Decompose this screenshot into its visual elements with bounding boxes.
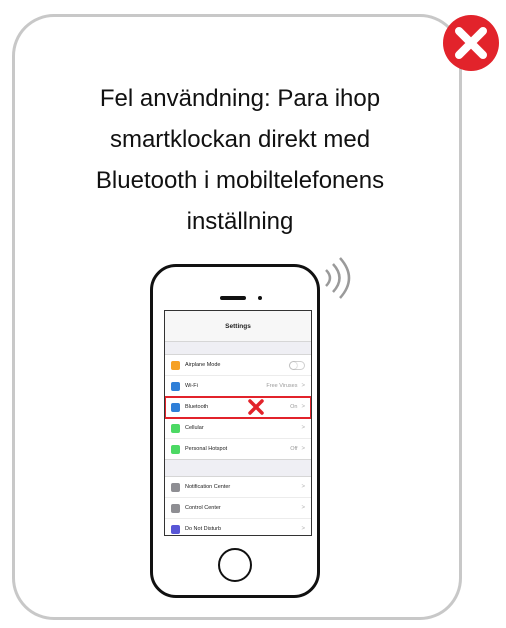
warning-message: Fel användning: Para ihop smartklockan d… — [30, 78, 450, 242]
settings-title: Settings — [165, 311, 311, 342]
settings-row-bluetooth[interactable]: Bluetooth On > — [165, 396, 311, 419]
chevron-right-icon: > — [301, 404, 305, 410]
settings-row-control-center[interactable]: Control Center > — [165, 498, 311, 519]
moon-icon — [171, 524, 180, 534]
message-line: Bluetooth i mobiltelefonens — [95, 167, 385, 194]
settings-row-wifi[interactable]: Wi-Fi Free Viruses > — [165, 376, 311, 397]
row-label: Do Not Disturb — [185, 526, 222, 532]
message-line: Fel användning: Para ihop — [99, 85, 381, 112]
row-label: Cellular — [185, 425, 204, 431]
chevron-right-icon: > — [301, 526, 305, 532]
row-value: Off — [290, 446, 298, 452]
notification-center-icon — [171, 482, 180, 492]
airplane-mode-toggle[interactable] — [289, 360, 305, 370]
row-label: Wi-Fi — [185, 383, 198, 389]
settings-row-airplane-mode[interactable]: Airplane Mode — [165, 355, 311, 376]
red-x-icon — [248, 399, 264, 415]
bluetooth-icon — [171, 402, 180, 412]
settings-row-personal-hotspot[interactable]: Personal Hotspot Off > — [165, 439, 311, 459]
row-label: Bluetooth — [185, 404, 209, 410]
row-value: On — [290, 404, 298, 410]
chevron-right-icon: > — [301, 425, 305, 431]
settings-row-cellular[interactable]: Cellular > — [165, 418, 311, 439]
phone-screen: Settings Airplane Mode Wi-Fi Free Viruse… — [164, 310, 312, 536]
phone-camera — [258, 296, 262, 300]
row-value: Free Viruses — [266, 383, 298, 389]
airplane-icon — [171, 360, 180, 370]
chevron-right-icon: > — [301, 383, 305, 389]
phone-speaker — [220, 296, 246, 300]
chevron-right-icon: > — [301, 446, 305, 452]
row-label: Notification Center — [185, 484, 231, 490]
wifi-icon — [171, 381, 180, 391]
error-x-icon — [443, 15, 499, 71]
settings-row-do-not-disturb[interactable]: Do Not Disturb > — [165, 519, 311, 535]
cellular-icon — [171, 423, 180, 433]
message-line: smartklockan direkt med — [109, 126, 371, 153]
row-label: Airplane Mode — [185, 362, 221, 368]
settings-group-connectivity: Airplane Mode Wi-Fi Free Viruses > Bluet… — [165, 354, 311, 460]
message-line: inställning — [186, 208, 294, 235]
control-center-icon — [171, 503, 180, 513]
chevron-right-icon: > — [301, 484, 305, 490]
settings-row-notification-center[interactable]: Notification Center > — [165, 477, 311, 498]
phone-home-button — [218, 548, 252, 582]
row-label: Control Center — [185, 505, 221, 511]
settings-group-system: Notification Center > Control Center > D… — [165, 476, 311, 535]
row-label: Personal Hotspot — [185, 446, 228, 452]
chevron-right-icon: > — [301, 505, 305, 511]
hotspot-icon — [171, 444, 180, 454]
wireless-signal-icon — [325, 257, 351, 299]
